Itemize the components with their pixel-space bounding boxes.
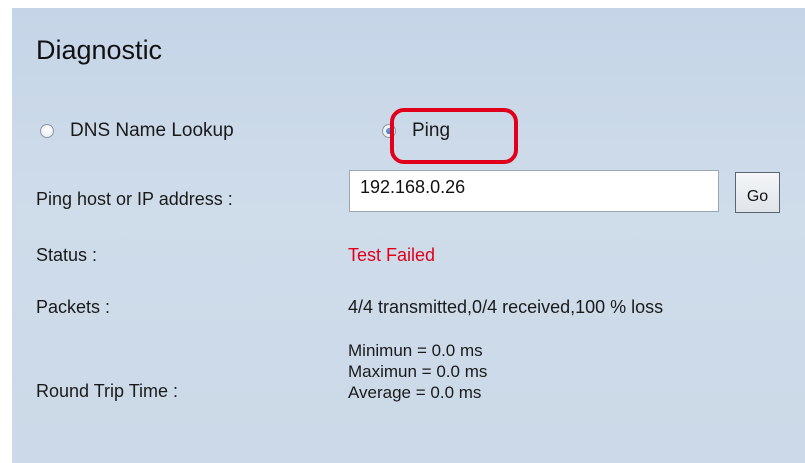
packets-label: Packets : — [36, 297, 111, 317]
round-trip-time-label: Round Trip Time : — [36, 381, 179, 401]
packets-value: 4/4 transmitted,0/4 received,100 % loss — [348, 297, 664, 317]
rtt-maximum: Maximun = 0.0 ms — [348, 362, 488, 381]
status-value: Test Failed — [348, 245, 436, 265]
go-button[interactable]: Go — [735, 172, 780, 213]
ping-highlight-annotation — [390, 108, 518, 164]
round-trip-time-values: Minimun = 0.0 ms Maximun = 0.0 ms Averag… — [348, 340, 487, 403]
host-label: Ping host or IP address : — [36, 189, 233, 209]
diagnostic-panel: Diagnostic DNS Name Lookup Ping Ping hos… — [12, 8, 805, 463]
page-title: Diagnostic — [36, 35, 163, 65]
dns-lookup-radio[interactable] — [40, 124, 54, 138]
dns-lookup-label: DNS Name Lookup — [70, 120, 234, 141]
rtt-average: Average = 0.0 ms — [348, 383, 482, 402]
dns-lookup-option[interactable]: DNS Name Lookup — [40, 120, 234, 142]
status-label: Status : — [36, 245, 98, 265]
ping-host-input[interactable] — [349, 170, 719, 212]
rtt-minimum: Minimun = 0.0 ms — [348, 341, 483, 360]
